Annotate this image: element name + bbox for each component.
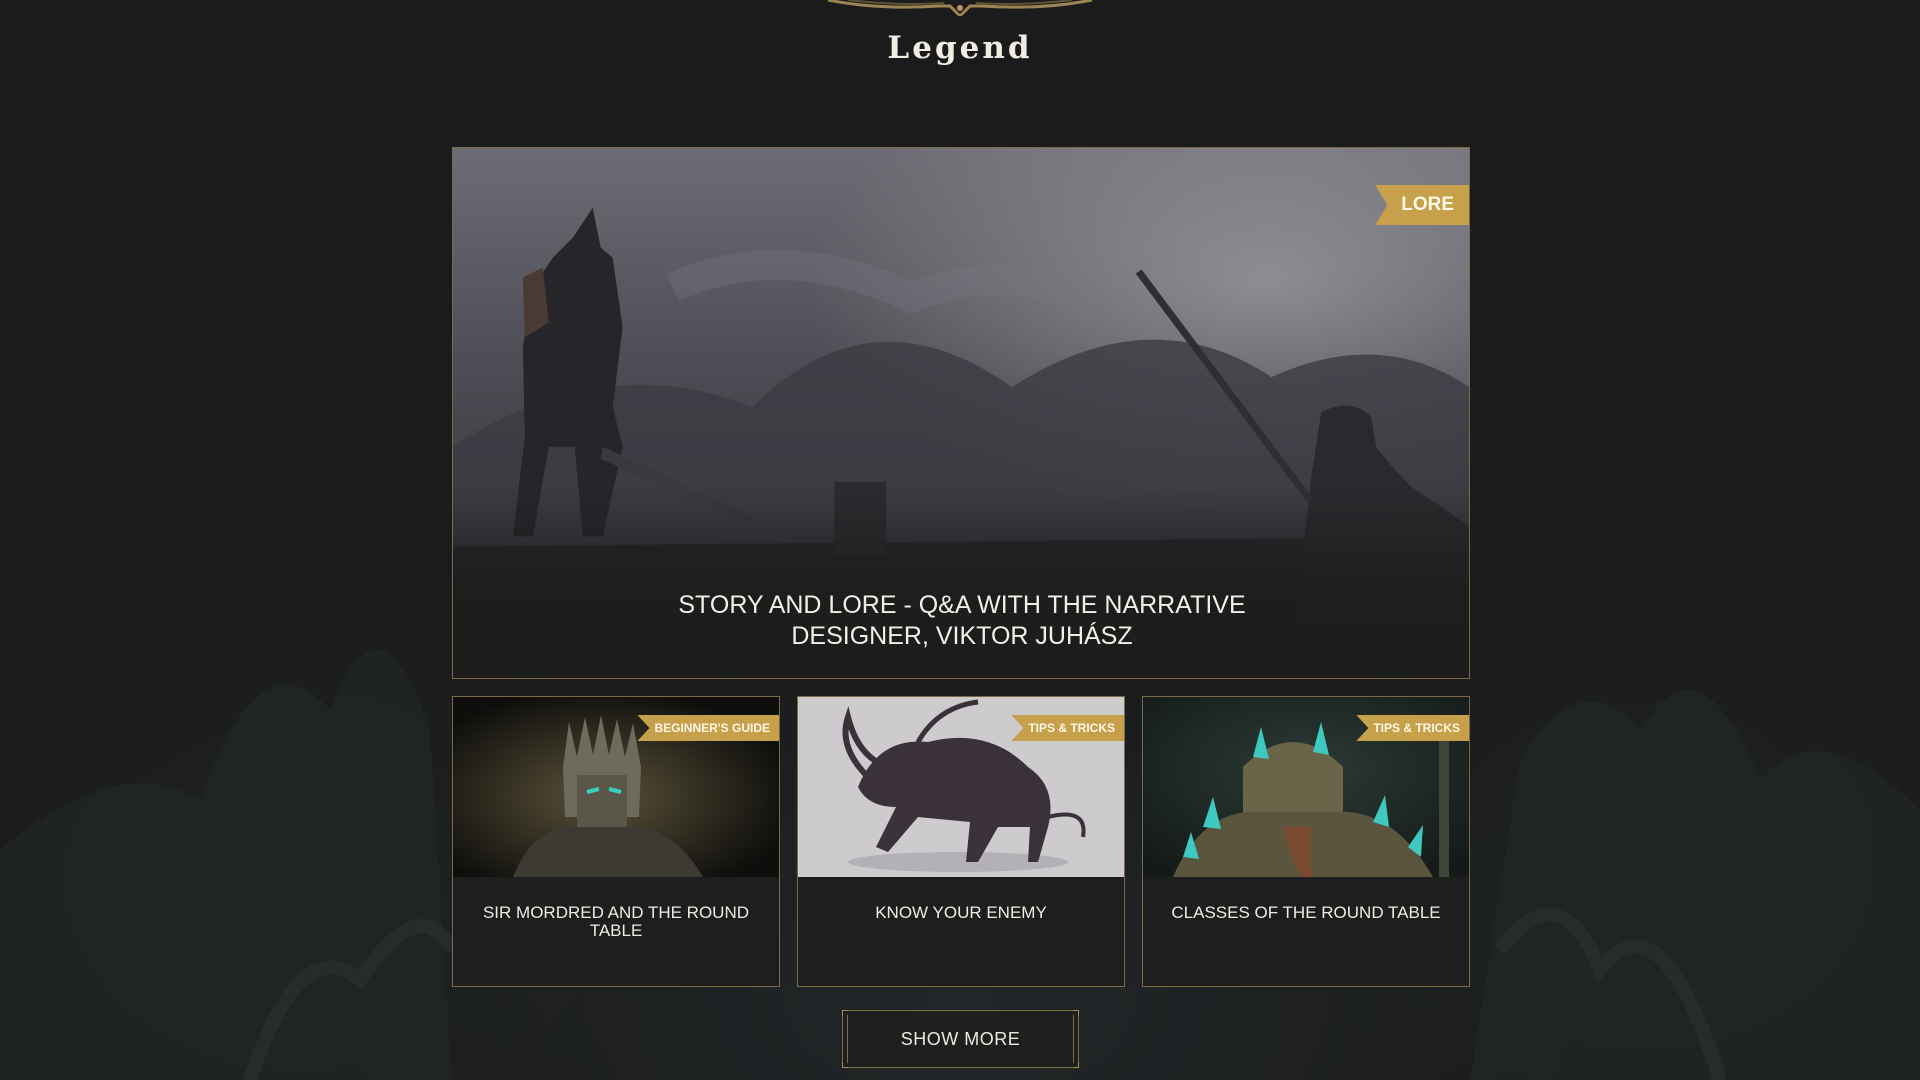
card-title[interactable]: KNOW YOUR ENEMY	[818, 904, 1104, 922]
corner-ornament-icon	[1073, 1062, 1079, 1068]
page: Legend LORE STORY AND LORE - Q&A WITH TH…	[0, 0, 1920, 1080]
article-card-mordred[interactable]: BEGINNER'S GUIDE SIR MORDRED AND THE ROU…	[452, 696, 780, 987]
corner-ornament-icon	[842, 1010, 848, 1016]
show-more-button[interactable]: SHOW MORE	[842, 1010, 1079, 1068]
featured-tag: LORE	[1375, 185, 1469, 225]
corner-ornament-icon	[842, 1062, 848, 1068]
card-tag: TIPS & TRICKS	[1011, 715, 1124, 741]
article-card-know-your-enemy[interactable]: TIPS & TRICKS KNOW YOUR ENEMY	[797, 696, 1125, 987]
show-more-label: SHOW MORE	[900, 1028, 1021, 1049]
corner-ornament-icon	[1073, 1010, 1079, 1016]
card-title[interactable]: SIR MORDRED AND THE ROUND TABLE	[473, 904, 759, 940]
card-tag: BEGINNER'S GUIDE	[637, 715, 779, 741]
page-title: Legend	[887, 30, 1033, 66]
article-card-classes[interactable]: TIPS & TRICKS CLASSES OF THE ROUND TABLE	[1142, 696, 1470, 987]
featured-title[interactable]: STORY AND LORE - Q&A WITH THE NARRATIVE …	[633, 590, 1291, 652]
card-title[interactable]: CLASSES OF THE ROUND TABLE	[1163, 904, 1449, 922]
card-tag: TIPS & TRICKS	[1356, 715, 1469, 741]
featured-article[interactable]: LORE STORY AND LORE - Q&A WITH THE NARRA…	[452, 147, 1470, 679]
gold-ornament-icon	[827, 0, 1093, 16]
